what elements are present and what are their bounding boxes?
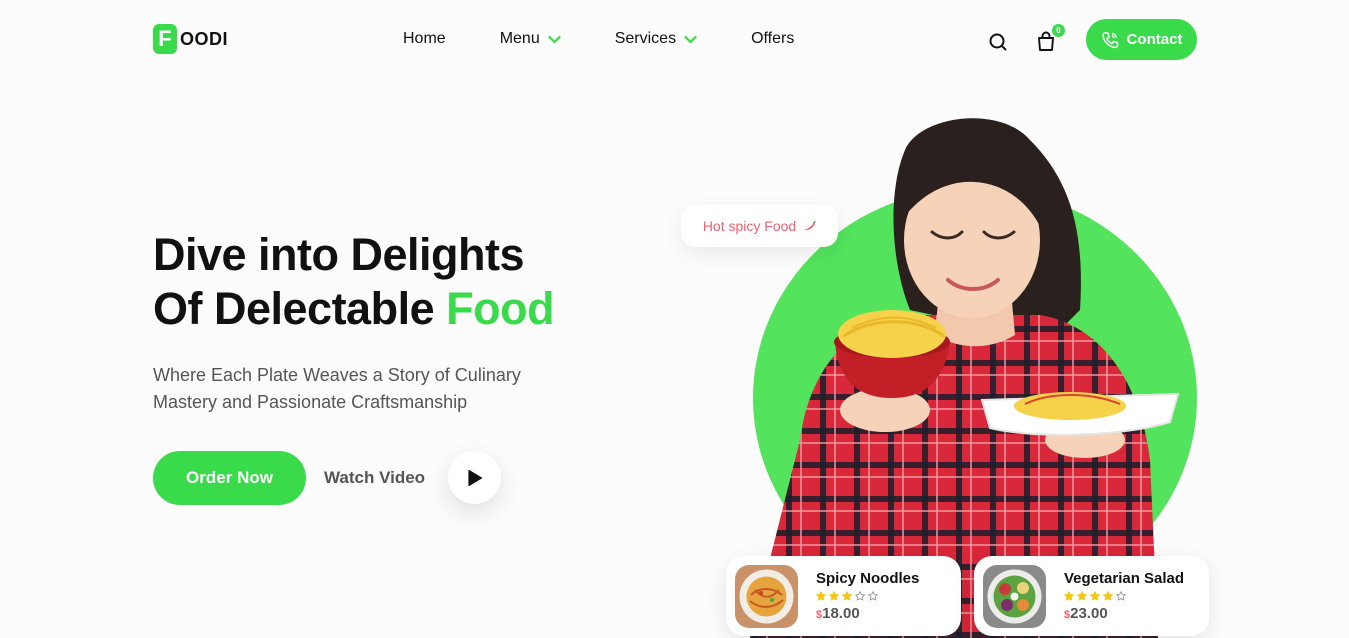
main-nav: Home Menu Services Offers bbox=[403, 30, 794, 48]
order-now-button[interactable]: Order Now bbox=[153, 451, 306, 505]
star-empty-icon bbox=[1116, 591, 1126, 601]
hero-subtitle: Where Each Plate Weaves a Story of Culin… bbox=[153, 362, 573, 416]
chevron-down-icon bbox=[684, 35, 697, 43]
nav-label: Offers bbox=[751, 30, 795, 47]
hot-spicy-label: Hot spicy Food bbox=[702, 218, 797, 234]
price-value: 23.00 bbox=[1070, 605, 1108, 622]
star-filled-icon bbox=[816, 591, 826, 601]
food-price: $23.00 bbox=[1064, 605, 1184, 622]
nav-item-offers[interactable]: Offers bbox=[751, 30, 794, 48]
nav-item-services[interactable]: Services bbox=[615, 30, 697, 48]
food-card-vegetarian-salad[interactable]: Vegetarian Salad $23.00 bbox=[974, 556, 1209, 636]
food-price: $18.00 bbox=[816, 605, 919, 622]
subtitle-line-2: Mastery and Passionate Craftsmanship bbox=[153, 392, 468, 412]
food-card-info: Vegetarian Salad $23.00 bbox=[1064, 570, 1184, 622]
food-card-spicy-noodles[interactable]: Spicy Noodles $18.00 bbox=[726, 556, 961, 636]
star-filled-icon bbox=[1103, 591, 1113, 601]
play-icon bbox=[467, 469, 482, 486]
nav-item-menu[interactable]: Menu bbox=[500, 30, 561, 48]
star-filled-icon bbox=[1077, 591, 1087, 601]
search-icon[interactable] bbox=[988, 30, 1008, 52]
headline-line-2: Of Delectable bbox=[153, 283, 447, 334]
chili-icon bbox=[803, 221, 816, 231]
contact-button[interactable]: Contact bbox=[1086, 19, 1197, 60]
logo-mark: F bbox=[153, 24, 177, 54]
food-name: Vegetarian Salad bbox=[1064, 570, 1185, 587]
nav-label: Services bbox=[614, 30, 677, 47]
header-icons: 0 bbox=[988, 24, 1065, 52]
headline-accent: Food bbox=[446, 283, 555, 334]
star-empty-icon bbox=[868, 591, 878, 601]
rating-stars bbox=[816, 591, 919, 601]
nav-label: Menu bbox=[499, 30, 540, 47]
hot-spicy-badge: Hot spicy Food bbox=[681, 205, 838, 247]
chevron-down-icon bbox=[548, 35, 561, 43]
star-filled-icon bbox=[829, 591, 839, 601]
price-value: 18.00 bbox=[822, 605, 860, 622]
rating-stars bbox=[1064, 591, 1184, 601]
star-empty-icon bbox=[855, 591, 865, 601]
logo-text: OODI bbox=[180, 28, 229, 49]
vegetarian-salad-thumbnail bbox=[983, 564, 1046, 628]
brand-logo[interactable]: F OODI bbox=[153, 24, 228, 54]
food-card-info: Spicy Noodles $18.00 bbox=[816, 570, 919, 622]
play-video-button[interactable] bbox=[448, 451, 501, 504]
subtitle-line-1: Where Each Plate Weaves a Story of Culin… bbox=[153, 365, 521, 385]
star-filled-icon bbox=[1064, 591, 1074, 601]
phone-icon bbox=[1101, 31, 1118, 48]
hero-headline: Dive into Delights Of Delectable Food bbox=[153, 228, 555, 336]
cart-count-badge: 0 bbox=[1052, 24, 1065, 37]
nav-label: Home bbox=[403, 30, 446, 47]
nav-item-home[interactable]: Home bbox=[403, 30, 446, 48]
star-filled-icon bbox=[842, 591, 852, 601]
watch-video-link[interactable]: Watch Video bbox=[324, 468, 425, 488]
contact-label: Contact bbox=[1126, 31, 1183, 48]
cart-icon[interactable]: 0 bbox=[1036, 24, 1065, 52]
star-filled-icon bbox=[1090, 591, 1100, 601]
food-name: Spicy Noodles bbox=[816, 570, 920, 587]
headline-line-1: Dive into Delights bbox=[153, 229, 525, 280]
spicy-noodles-thumbnail bbox=[735, 564, 798, 628]
